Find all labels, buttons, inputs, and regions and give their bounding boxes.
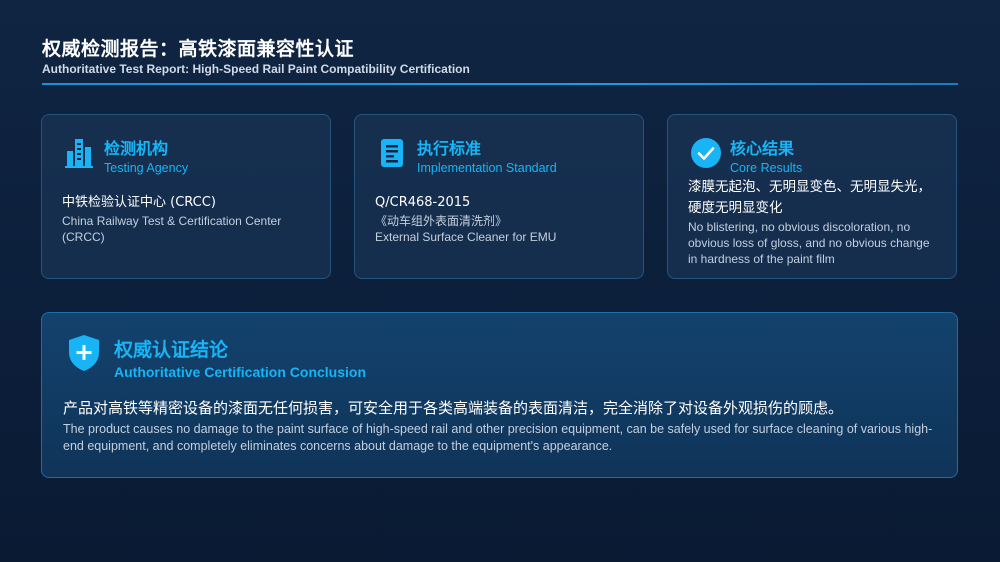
document-icon (381, 139, 403, 167)
card-title-en: Implementation Standard (417, 161, 557, 175)
conclusion-panel: 权威认证结论 Authoritative Certification Concl… (41, 312, 958, 478)
conclusion-title-en: Authoritative Certification Conclusion (114, 364, 367, 380)
conclusion-body-en: The product causes no damage to the pain… (63, 422, 933, 453)
checkmark-circle-icon (691, 138, 721, 168)
shield-plus-icon (69, 335, 99, 371)
conclusion-title-cn: 权威认证结论 (114, 339, 229, 361)
page-title: 权威检测报告：高铁漆面兼容性认证 (42, 38, 355, 60)
title-divider (42, 83, 958, 85)
card-body-cn: 漆膜无起泡、无明显变色、无明显失光，硬度无明显变化 (688, 179, 931, 216)
card-title-cn: 核心结果 (730, 139, 795, 158)
card-title-en: Core Results (730, 161, 803, 175)
card-title-en: Testing Agency (104, 161, 189, 175)
card-title-cn: 检测机构 (104, 139, 169, 158)
standard-code: Q/CR468-2015 (375, 195, 471, 210)
building-icon (65, 139, 93, 168)
conclusion-body-cn: 产品对高铁等精密设备的漆面无任何损害，可安全用于各类高端装备的表面清洁，完全消除… (63, 399, 844, 417)
card-body-en: No blistering, no obvious discoloration,… (688, 220, 930, 266)
standard-name-en: External Surface Cleaner for EMU (375, 230, 557, 244)
card-implementation-standard: 执行标准 Implementation Standard Q/CR468-201… (354, 114, 644, 279)
card-testing-agency: 检测机构 Testing Agency 中铁检验认证中心 (CRCC) Chin… (41, 114, 331, 279)
standard-name-cn: 《动车组外表面清洗剂》 (375, 214, 508, 228)
card-title-cn: 执行标准 (417, 139, 482, 158)
card-body-cn: 中铁检验认证中心 (CRCC) (62, 195, 216, 210)
card-core-results: 核心结果 Core Results 漆膜无起泡、无明显变色、无明显失光，硬度无明… (667, 114, 957, 279)
card-body-en: China Railway Test & Certification Cente… (62, 214, 282, 244)
page-subtitle: Authoritative Test Report: High-Speed Ra… (42, 62, 470, 76)
